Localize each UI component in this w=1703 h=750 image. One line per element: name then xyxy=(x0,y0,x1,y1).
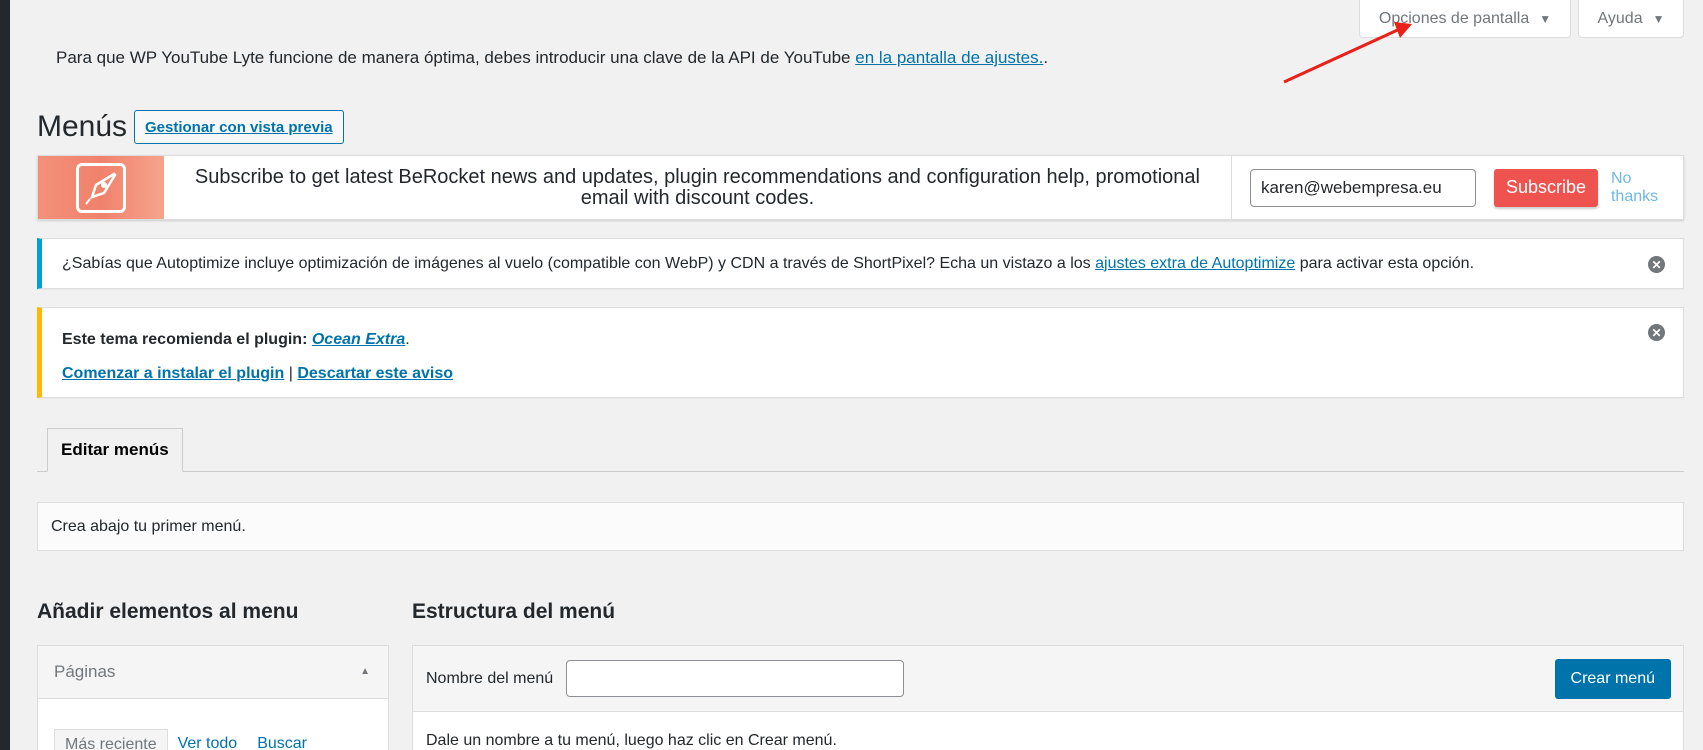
autoptimize-notice: ¿Sabías que Autoptimize incluye optimiza… xyxy=(37,238,1684,289)
dismiss-notice-link[interactable]: Descartar este aviso xyxy=(297,365,453,382)
collapse-arrow-icon[interactable]: ▲ xyxy=(360,666,370,677)
install-plugin-link[interactable]: Comenzar a instalar el plugin xyxy=(62,365,284,382)
berocket-message: Subscribe to get latest BeRocket news an… xyxy=(164,156,1232,219)
admin-sidebar-edge xyxy=(0,0,10,750)
theme-notice-prefix: Este tema recomienda el plugin: xyxy=(62,331,308,348)
manage-with-preview-button[interactable]: Gestionar con vista previa xyxy=(134,110,344,144)
menu-structure-hint: Dale un nombre a tu menú, luego haz clic… xyxy=(426,732,837,749)
autoptimize-notice-message: ¿Sabías que Autoptimize incluye optimiza… xyxy=(62,255,1474,273)
help-button[interactable]: Ayuda ▼ xyxy=(1578,0,1684,38)
rocket-icon xyxy=(75,162,126,213)
tabs-divider xyxy=(37,471,1684,472)
lyte-notice: Para que WP YouTube Lyte funcione de man… xyxy=(56,48,1048,68)
tab-search[interactable]: Buscar xyxy=(247,729,317,750)
autoptimize-notice-text: ¿Sabías que Autoptimize incluye optimiza… xyxy=(62,254,1091,272)
lyte-settings-link[interactable]: en la pantalla de ajustes. xyxy=(855,48,1043,67)
menu-structure-header: Nombre del menú Crear menú xyxy=(413,646,1683,712)
lyte-notice-text: Para que WP YouTube Lyte funcione de man… xyxy=(56,48,851,67)
caret-down-icon: ▼ xyxy=(1652,11,1665,26)
caret-down-icon: ▼ xyxy=(1539,11,1552,26)
help-label: Ayuda xyxy=(1597,9,1643,27)
dismiss-icon[interactable]: ✕ xyxy=(1648,324,1665,341)
page-title: Menús xyxy=(37,110,128,143)
pages-label: Páginas xyxy=(54,662,116,681)
link-separator: | xyxy=(288,365,293,382)
subscribe-button[interactable]: Subscribe xyxy=(1493,168,1598,207)
annotation-arrow-icon xyxy=(1283,22,1412,84)
subscribe-email-input[interactable] xyxy=(1249,168,1476,207)
autoptimize-notice-suffix: para activar esta opción. xyxy=(1299,254,1475,272)
menu-structure-title: Estructura del menú xyxy=(412,600,616,623)
lyte-notice-suffix: . xyxy=(1043,48,1049,67)
dismiss-icon[interactable]: ✕ xyxy=(1648,256,1665,273)
theme-notice-actions: Comenzar a instalar el plugin | Descarta… xyxy=(62,365,1683,383)
tab-most-recent[interactable]: Más reciente xyxy=(54,729,168,750)
no-thanks-link[interactable]: No thanks xyxy=(1611,170,1683,206)
menu-structure-panel: Nombre del menú Crear menú Dale un nombr… xyxy=(412,645,1684,750)
ocean-extra-link[interactable]: Ocean Extra xyxy=(312,331,405,348)
berocket-logo xyxy=(38,156,164,219)
theme-plugin-notice: Este tema recomienda el plugin: Ocean Ex… xyxy=(37,307,1684,398)
menu-name-input[interactable] xyxy=(566,660,905,697)
tab-edit-menus[interactable]: Editar menús xyxy=(47,428,183,472)
theme-notice-row: Este tema recomienda el plugin: Ocean Ex… xyxy=(62,331,1683,349)
create-menu-notice: Crea abajo tu primer menú. xyxy=(37,502,1684,551)
pages-tabs: Más reciente Ver todo Buscar xyxy=(38,699,388,750)
pages-panel: Páginas ▲ Más reciente Ver todo Buscar xyxy=(37,645,389,750)
add-items-title: Añadir elementos al menu xyxy=(37,600,299,623)
tab-view-all[interactable]: Ver todo xyxy=(168,729,248,750)
menu-name-label: Nombre del menú xyxy=(426,669,554,687)
berocket-subscribe-banner: Subscribe to get latest BeRocket news an… xyxy=(37,155,1684,220)
pages-panel-header[interactable]: Páginas ▲ xyxy=(38,646,388,699)
theme-notice-period: . xyxy=(405,331,410,348)
create-menu-button[interactable]: Crear menú xyxy=(1554,659,1671,699)
autoptimize-extra-settings-link[interactable]: ajustes extra de Autoptimize xyxy=(1095,255,1295,272)
